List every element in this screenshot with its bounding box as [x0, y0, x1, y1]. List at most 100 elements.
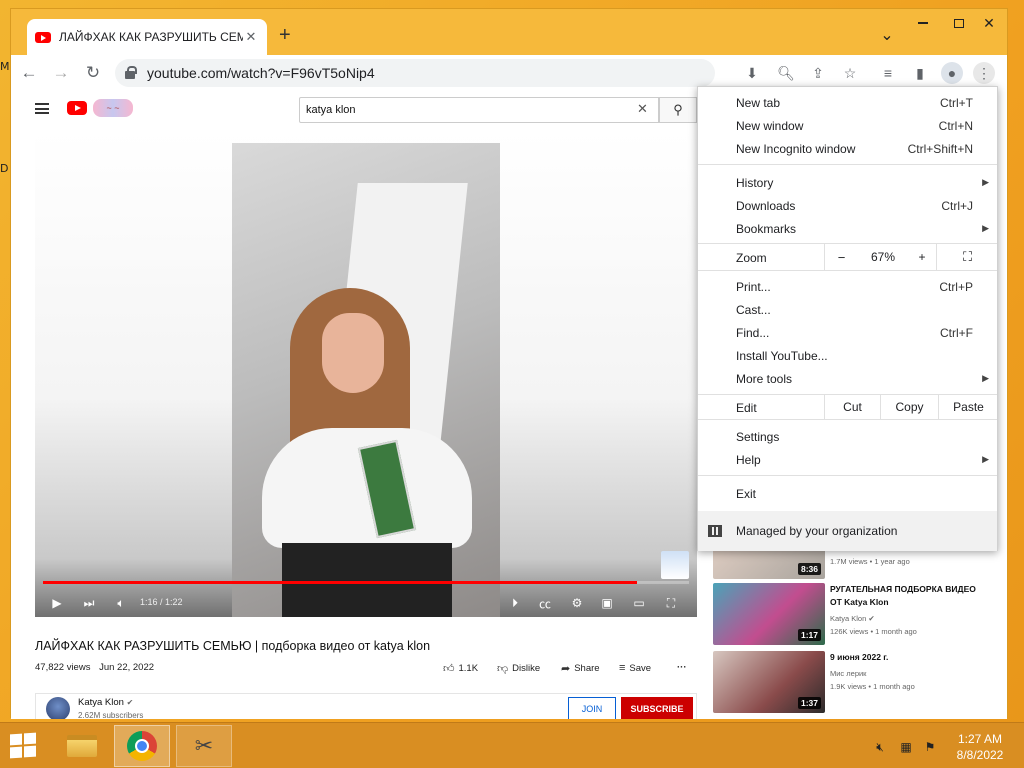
copy-button[interactable]: Copy — [880, 395, 938, 419]
join-button[interactable]: JOIN — [568, 697, 616, 719]
fullscreen-icon: ⛶ — [962, 249, 973, 264]
side-panel-icon[interactable]: ▮ — [909, 62, 931, 84]
submenu-arrow-icon: ▶ — [982, 373, 989, 383]
submenu-arrow-icon: ▶ — [982, 177, 989, 187]
autoplay-toggle-icon[interactable]: ⏵ — [505, 593, 525, 613]
menu-cast[interactable]: Cast... — [698, 298, 997, 321]
menu-settings[interactable]: Settings — [698, 425, 997, 448]
recommended-video[interactable]: 1:17 РУГАТЕЛЬНАЯ ПОДБОРКА ВИДЕО ОТ Katya… — [713, 583, 1003, 647]
miniplayer-icon[interactable]: ▣ — [597, 593, 617, 613]
rec-channel-name: Katya Klon — [830, 614, 867, 623]
clear-search-icon[interactable]: ✕ — [637, 101, 648, 117]
youtube-logo-icon[interactable] — [67, 101, 87, 115]
maximize-button[interactable] — [945, 13, 973, 33]
save-label: Save — [629, 662, 652, 674]
like-button[interactable]: 👍︎ 1.1K — [443, 662, 478, 675]
menu-bookmarks[interactable]: Bookmarks ▶ — [698, 217, 997, 240]
browser-tab[interactable]: ЛАЙФХАК КАК РАЗРУШИТЬ СЕМ ✕ — [27, 19, 267, 55]
back-button[interactable]: ← — [15, 59, 43, 87]
menu-item-label: Find... — [736, 325, 770, 340]
bookmark-star-icon[interactable]: ☆ — [839, 62, 861, 84]
recommended-video[interactable]: 1:37 9 июня 2022 г. Мис лерик 1.9K views… — [713, 651, 1003, 715]
theater-mode-icon[interactable]: ▭ — [629, 593, 649, 613]
menu-print[interactable]: Print... Ctrl+P — [698, 275, 997, 298]
menu-item-label: New Incognito window — [736, 141, 856, 156]
address-bar[interactable]: youtube.com/watch?v=F96vT5oNip4 — [115, 59, 715, 87]
more-actions-button[interactable]: ··· — [677, 662, 687, 673]
menu-item-label: Settings — [736, 429, 780, 444]
managed-by-organization[interactable]: Managed by your organization — [698, 511, 997, 551]
search-button[interactable]: ⚲ — [659, 97, 697, 123]
fullscreen-icon[interactable]: ⛶ — [661, 593, 681, 613]
cut-button[interactable]: Cut — [824, 395, 880, 419]
thumbs-down-icon: 👎︎ — [497, 663, 509, 675]
video-meta: 47,822 views Jun 22, 2022 — [35, 662, 160, 673]
chrome-menu-icon[interactable]: ⋮ — [973, 62, 995, 84]
tab-search-icon[interactable]: ⌄ — [873, 25, 901, 45]
menu-install-app[interactable]: Install YouTube... — [698, 344, 997, 367]
zoom-in-button[interactable]: + — [908, 244, 936, 270]
menu-exit[interactable]: Exit — [698, 482, 997, 505]
menu-more-tools[interactable]: More tools ▶ — [698, 367, 997, 390]
rec-views: 1.9K views — [830, 682, 867, 691]
menu-new-tab[interactable]: New tab Ctrl+T — [698, 91, 997, 114]
fullscreen-button[interactable]: ⛶ — [936, 244, 998, 270]
system-clock[interactable]: 1:27 AM 8/8/2022 — [950, 731, 1010, 763]
youtube-doodle[interactable]: ~ ~ — [93, 99, 133, 117]
taskbar-app[interactable]: ✂ — [176, 725, 232, 767]
channel-avatar[interactable] — [46, 697, 70, 719]
submenu-arrow-icon: ▶ — [982, 223, 989, 233]
dislike-button[interactable]: 👎︎ Dislike — [497, 662, 540, 675]
rec-views: 126K views — [830, 627, 869, 636]
menu-help[interactable]: Help ▶ — [698, 448, 997, 471]
hover-preview-thumbnail — [661, 551, 689, 579]
install-app-icon[interactable]: ⬇ — [741, 62, 763, 84]
duration-badge: 8:36 — [797, 563, 821, 575]
menu-zoom-label: Zoom — [736, 250, 767, 265]
network-icon[interactable]: ▦ — [898, 739, 914, 755]
minimize-button[interactable] — [909, 13, 937, 33]
paste-button[interactable]: Paste — [938, 395, 998, 419]
taskbar-chrome[interactable] — [114, 725, 170, 767]
menu-new-window[interactable]: New window Ctrl+N — [698, 114, 997, 137]
menu-item-label: Install YouTube... — [736, 348, 828, 363]
play-icon[interactable]: ▶ — [47, 593, 67, 613]
volume-icon[interactable]: 🔈︎ — [111, 593, 131, 613]
menu-find[interactable]: Find... Ctrl+F — [698, 321, 997, 344]
menu-shortcut: Ctrl+Shift+N — [907, 141, 973, 156]
guide-menu-icon[interactable] — [35, 103, 49, 114]
rec-meta: 1.7M views • 1 year ago — [830, 557, 910, 566]
close-window-button[interactable]: ✕ — [975, 13, 1003, 33]
menu-history[interactable]: History ▶ — [698, 171, 997, 194]
new-tab-button[interactable]: + — [279, 25, 291, 45]
search-input[interactable]: katya klon — [299, 97, 659, 123]
zoom-icon[interactable]: 🔍︎ — [775, 62, 797, 84]
menu-shortcut: Ctrl+J — [941, 198, 973, 213]
progress-bar[interactable] — [43, 581, 689, 584]
menu-new-incognito-window[interactable]: New Incognito window Ctrl+Shift+N — [698, 137, 997, 160]
captions-icon[interactable]: ㏄ — [535, 593, 555, 613]
zoom-out-button[interactable]: − — [824, 244, 858, 270]
video-time: 1:16 / 1:22 — [140, 597, 183, 607]
thumbs-up-icon: 👍︎ — [443, 663, 455, 675]
next-icon[interactable]: ⏭ — [79, 593, 99, 613]
share-icon[interactable]: ⇪ — [807, 62, 829, 84]
settings-gear-icon[interactable]: ⚙ — [567, 593, 587, 613]
share-button[interactable]: ➦ Share — [561, 662, 600, 675]
reload-button[interactable]: ↻ — [79, 59, 107, 87]
subscribe-button[interactable]: SUBSCRIBE — [621, 697, 693, 719]
tab-close-icon[interactable]: ✕ — [243, 29, 259, 45]
start-button[interactable] — [10, 732, 38, 760]
action-center-icon[interactable]: ⚑ — [922, 739, 938, 755]
menu-item-label: Bookmarks — [736, 221, 797, 236]
save-button[interactable]: ≡ Save — [619, 662, 651, 674]
menu-item-label: Help — [736, 452, 761, 467]
channel-name[interactable]: Katya Klon ✔ — [78, 697, 133, 708]
taskbar-file-explorer[interactable] — [54, 725, 110, 767]
menu-downloads[interactable]: Downloads Ctrl+J — [698, 194, 997, 217]
media-control-icon[interactable]: ≡ — [877, 62, 899, 84]
video-player[interactable]: ▶ ⏭ 🔈︎ 1:16 / 1:22 ⏵ ㏄ ⚙ ▣ ▭ ⛶ — [35, 131, 697, 617]
volume-muted-icon[interactable]: 🔇︎ — [872, 739, 888, 755]
profile-avatar-icon[interactable]: ● — [941, 62, 963, 84]
forward-button[interactable]: → — [47, 59, 75, 87]
